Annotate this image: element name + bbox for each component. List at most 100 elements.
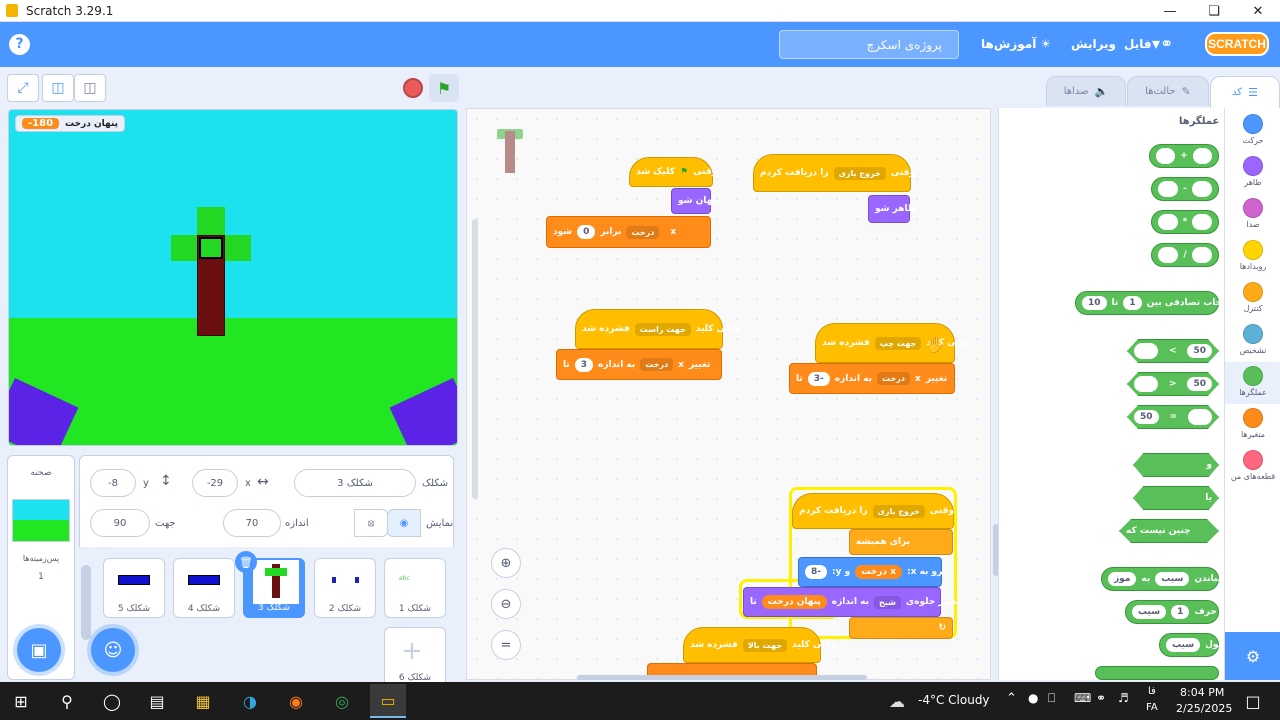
change-variable-block[interactable]: تغییر x درخت به اندازه 3 تا	[556, 349, 722, 380]
zoom-out-button[interactable]: ⊖	[491, 589, 521, 619]
sprite-tile[interactable]: شکلک 2	[314, 558, 376, 618]
minimize-button[interactable]: —	[1148, 0, 1192, 22]
category-motion[interactable]: حرکت	[1225, 114, 1280, 145]
chrome-icon[interactable]: ◎	[329, 689, 355, 713]
choose-sprite-button[interactable]: ☺	[91, 628, 135, 672]
language-code[interactable]: FA	[1146, 702, 1158, 713]
when-key-pressed-block[interactable]: وقتی کلید جهت بالا فشرده شد	[683, 627, 837, 663]
operand-input[interactable]: 50	[1187, 344, 1212, 358]
category-looks[interactable]: ظاهر	[1225, 156, 1280, 187]
and-block[interactable]: و	[1133, 453, 1219, 477]
clock-date[interactable]: 2/25/2025	[1176, 702, 1232, 715]
category-operators[interactable]: عملگرها	[1225, 362, 1280, 404]
greater-than-block[interactable]: 50 >	[1127, 339, 1219, 363]
variable-dropdown[interactable]: درخت	[640, 358, 674, 371]
operand-input[interactable]: 50	[1134, 410, 1159, 424]
operand-input[interactable]	[1192, 214, 1212, 230]
small-stage-icon[interactable]: ◫	[42, 74, 74, 102]
less-than-block[interactable]: 50 <	[1127, 372, 1219, 396]
network-globe-icon[interactable]: ⚭	[1096, 691, 1106, 705]
divide-block[interactable]: /	[1151, 243, 1219, 267]
go-to-xy-block[interactable]: برو به x: x درخت و y: -8	[798, 557, 946, 587]
search-icon[interactable]: ⚲	[54, 689, 80, 713]
letter-of-block[interactable]: حرف 1 سیب	[1125, 600, 1219, 624]
edit-menu[interactable]: ویرایش	[1071, 37, 1116, 51]
category-events[interactable]: رویدادها	[1225, 240, 1280, 271]
extension-button[interactable]: ⚙	[1225, 632, 1280, 680]
contains-block-partial[interactable]	[1095, 666, 1219, 680]
length-string-input[interactable]: سیب	[1166, 638, 1201, 652]
stop-icon[interactable]	[403, 78, 423, 98]
variable-dropdown[interactable]: درخت	[626, 225, 660, 239]
category-control[interactable]: کنترل	[1225, 282, 1280, 313]
show-eye-icon[interactable]: ◉	[387, 509, 421, 537]
when-flag-clicked-block[interactable]: وقتی ⚑ کلیک شد	[629, 157, 717, 187]
operand-input[interactable]	[1191, 181, 1212, 197]
windows-start-icon[interactable]: ⊞	[8, 689, 34, 713]
operand-input[interactable]	[1192, 148, 1212, 164]
message-dropdown[interactable]: خروج بازی	[872, 504, 925, 518]
task-view-icon[interactable]: ▤	[144, 689, 170, 713]
pick-random-block[interactable]: انتخاب تصادفی بین 1 تا 10	[1075, 291, 1232, 315]
clock-time[interactable]: 8:04 PM	[1180, 686, 1224, 699]
firefox-icon[interactable]: ◉	[283, 689, 309, 713]
random-from-input[interactable]: 1	[1123, 296, 1142, 310]
operand-input[interactable]	[1156, 148, 1176, 164]
delete-sprite-icon[interactable]: 🗑	[235, 551, 257, 573]
message-dropdown[interactable]: خروج بازی	[833, 166, 886, 180]
hide-block[interactable]: پنهان شو	[671, 188, 720, 214]
tab-costumes[interactable]: حالت‌ها ✎	[1127, 76, 1209, 106]
language-globe-icon[interactable]: ▾⚭	[1152, 34, 1173, 53]
key-dropdown[interactable]: جهت چپ	[874, 336, 922, 350]
category-sound[interactable]: صدا	[1225, 198, 1280, 229]
not-block[interactable]: چنین نیست که	[1119, 519, 1219, 543]
when-key-pressed-block[interactable]: وقتی کلید جهت راست فشرده شد	[575, 309, 741, 349]
direction-field[interactable]: 90	[90, 509, 150, 537]
choose-backdrop-button[interactable]: ▣	[17, 628, 61, 672]
sprite-tile[interactable]: شکلک 5	[103, 558, 165, 618]
language-indicator[interactable]: فا	[1148, 686, 1156, 697]
value-input[interactable]: -8	[805, 565, 828, 579]
sprite-list-scrollbar[interactable]	[81, 565, 91, 640]
restore-button[interactable]: ❏	[1192, 0, 1236, 22]
operand-input[interactable]	[1158, 247, 1179, 263]
close-button[interactable]: ✕	[1236, 0, 1280, 22]
key-dropdown[interactable]: جهت راست	[634, 322, 691, 336]
length-of-block[interactable]: طول سیب	[1159, 633, 1227, 657]
multiply-block[interactable]: *	[1151, 210, 1219, 234]
zoom-in-button[interactable]: ⊕	[491, 548, 521, 578]
when-receive-block[interactable]: وقتی خروج بازی را دریافت کردم	[792, 493, 954, 529]
scratch-taskbar-icon[interactable]: ▭	[370, 684, 406, 718]
sprite-tile[interactable]: شکلک 4	[173, 558, 235, 618]
code-workspace[interactable]: وقتی ⚑ کلیک شد پنهان شو x درخت برابر 0 ش…	[466, 108, 991, 680]
operand-input[interactable]	[1158, 214, 1178, 230]
vertical-scrollbar[interactable]	[472, 219, 478, 499]
x-field[interactable]: -29	[192, 469, 238, 497]
y-field[interactable]: -8	[90, 469, 136, 497]
category-my-blocks[interactable]: قطعه‌های من	[1225, 450, 1280, 481]
help-icon[interactable]: ?	[9, 34, 30, 55]
stage-canvas[interactable]: -180 پنهان درخت	[8, 109, 458, 446]
operand-input[interactable]	[1158, 181, 1179, 197]
green-flag-icon[interactable]: ⚑	[429, 74, 459, 102]
join-input-b[interactable]: موز	[1108, 572, 1137, 586]
value-input[interactable]: -3	[807, 371, 830, 386]
tab-sounds[interactable]: صداها 🔈	[1046, 76, 1126, 106]
operand-input[interactable]	[1134, 376, 1159, 392]
edge-icon[interactable]: ◑	[237, 689, 263, 713]
weather-text[interactable]: -4°C Cloudy	[918, 693, 990, 707]
cortana-icon[interactable]: ◯	[99, 689, 125, 713]
chevron-up-icon[interactable]: ⌃	[1006, 691, 1017, 706]
file-explorer-icon[interactable]: ▦	[190, 689, 216, 713]
or-block[interactable]: یا	[1133, 486, 1219, 510]
change-effect-block[interactable]: تغییر جلوه‌ی شبح به اندازه پنهان درخت تا	[743, 587, 960, 617]
add-block[interactable]: +	[1149, 144, 1219, 168]
variable-reporter[interactable]: پنهان درخت	[761, 595, 827, 609]
notification-icon[interactable]: □	[1240, 689, 1266, 713]
sprite-tile[interactable]: + شکلک 6	[384, 627, 446, 687]
operand-input[interactable]	[1188, 409, 1212, 425]
operand-input[interactable]	[1191, 247, 1212, 263]
random-to-input[interactable]: 10	[1082, 296, 1107, 310]
category-sensing[interactable]: تشخیص	[1225, 324, 1280, 355]
join-block[interactable]: چسباندن سیب به موز	[1101, 567, 1233, 591]
